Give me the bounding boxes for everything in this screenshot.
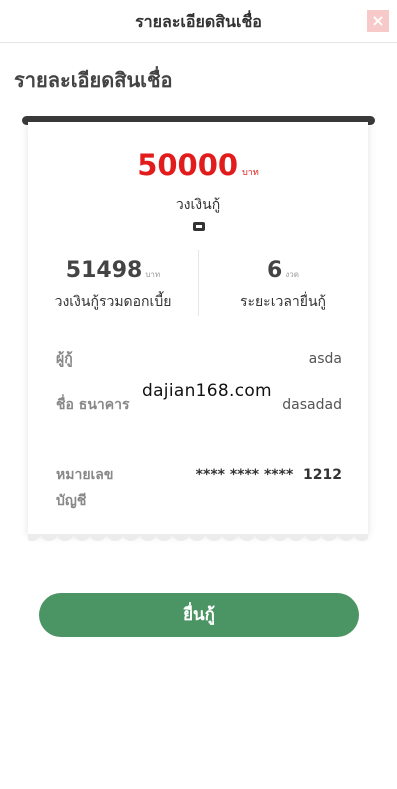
receipt-scallop [205,534,222,541]
loan-amount-row: 50000 บาท [28,148,368,182]
loan-amount: 50000 [137,148,239,182]
receipt-scallop [304,534,321,541]
receipt-scallop [28,534,40,541]
bank-value: dasadad [282,397,342,413]
borrower-value: asda [308,351,342,367]
receipt-scallop [189,534,205,541]
receipt-scallop [354,534,368,541]
receipt-scallop [40,534,57,541]
loan-receipt-card: 50000 บาท วงเงินกู้ 51498 บาท วงเงินกู้รวม… [28,122,368,534]
receipt-scallop [288,534,304,541]
loan-amount-unit: บาท [242,168,259,178]
close-icon: × [371,11,385,30]
receipt-scallop [90,534,106,541]
ticket-icon [193,222,205,231]
receipt-scallop [255,534,271,541]
bank-label: ชื่อ ธนาคาร [56,397,130,413]
total-with-interest: 51498 บาท วงเงินกู้รวมดอกเบี้ย [28,258,198,313]
receipt-scallop [123,534,139,541]
term-label: ระยะเวลายื่นกู้ [239,294,327,310]
receipt-scallop [156,534,172,541]
total-label: วงเงินกู้รวมดอกเบี้ย [54,294,172,310]
loan-amount-label: วงเงินกู้ [175,197,221,213]
loan-term: 6 งวด ระยะเวลายื่นกู้ [198,258,368,313]
receipt-torn-edge [28,534,368,548]
submit-loan-button[interactable]: ยื่นกู้ [39,593,359,637]
receipt-scallop [172,534,189,541]
receipt-scallop [106,534,123,541]
receipt-scallop [57,534,73,541]
top-bar: รายละเอียดสินเชื่อ × [0,0,397,43]
receipt-scallop [321,534,337,541]
total-value: 51498 [65,258,143,283]
receipt-scallop [73,534,90,541]
watermark-text: dajian168.com [142,381,272,401]
term-unit: งวด [285,270,299,279]
receipt-scallop [222,534,238,541]
receipt-scallop [238,534,255,541]
account-label: หมายเลข บัญชี [56,467,114,509]
total-unit: บาท [145,270,161,279]
close-button[interactable]: × [367,10,389,32]
term-value: 6 [267,258,283,283]
borrower-label: ผู้กู้ [56,351,73,367]
receipt-scallop [337,534,354,541]
receipt-scallop [139,534,156,541]
receipt-scallop [271,534,288,541]
page-title: รายละเอียดสินเชื่อ [14,68,173,92]
account-value: **** **** **** 1212 [195,467,342,483]
top-bar-title: รายละเอียดสินเชื่อ [135,12,262,31]
